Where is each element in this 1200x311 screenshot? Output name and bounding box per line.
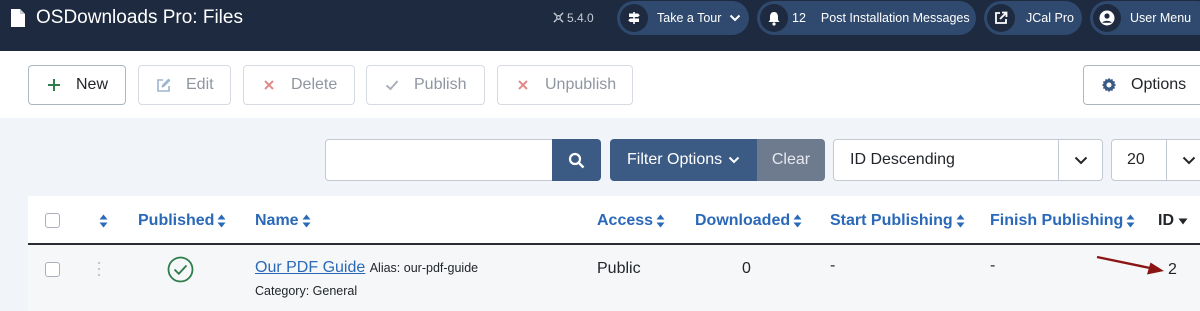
chevron-down-icon [728,156,740,164]
column-published[interactable]: Published [138,212,226,230]
ordering-value: ID Descending [850,151,955,168]
list-limit-value: 20 [1127,151,1145,168]
options-button[interactable]: Options [1083,65,1200,105]
edit-label: Edit [186,76,214,93]
sort-icon [302,214,311,228]
column-downloaded-label: Downloaded [695,212,791,229]
edit-button[interactable]: Edit [138,65,231,105]
joomla-icon [553,12,564,23]
toolbar: New Edit Delete Publish Unpublish Option… [0,51,1200,118]
column-id-label: ID [1158,212,1174,229]
column-finish-publishing-label: Finish Publishing [990,212,1124,229]
files-table: Published Name Access Downloaded Start P… [28,196,1200,311]
gear-icon [1101,77,1117,93]
post-install-label: Post Installation Messages [820,11,970,25]
delete-label: Delete [291,76,338,93]
downloaded-cell: 0 [742,260,751,277]
filter-options-label: Filter Options [627,151,723,168]
user-menu-label: User Menu [1130,11,1192,25]
sort-icon [656,214,665,228]
sort-icon [793,214,802,228]
search-icon [568,152,585,168]
publish-label: Publish [414,76,467,93]
take-tour-label: Take a Tour [657,11,722,25]
plus-icon [48,79,60,91]
column-id[interactable]: ID [1158,212,1188,230]
file-category: Category: General [255,284,358,298]
table-row: Our PDF Guide Alias: our-pdf-guide Categ… [28,245,1200,311]
file-name-cell: Our PDF Guide Alias: our-pdf-guide [255,259,478,277]
sort-icon [1126,214,1135,228]
column-finish-publishing[interactable]: Finish Publishing [990,212,1135,230]
finish-publishing-cell: - [990,257,996,274]
filter-options-button[interactable]: Filter Options [610,139,757,181]
new-button[interactable]: New [28,65,126,105]
column-access[interactable]: Access [597,212,665,230]
column-published-label: Published [138,212,215,229]
bell-icon [760,4,788,32]
user-icon [1093,4,1121,32]
file-alias: Alias: our-pdf-guide [369,261,479,275]
select-all-checkbox[interactable] [45,213,60,228]
take-tour-button[interactable]: Take a Tour [617,1,749,35]
admin-header: OSDownloads Pro: Files 5.4.0 Take a Tour… [0,0,1200,51]
column-name[interactable]: Name [255,212,311,230]
row-checkbox[interactable] [45,262,60,277]
delete-button[interactable]: Delete [243,65,355,105]
search-button[interactable] [552,139,601,181]
sort-icon [217,214,226,228]
chevron-down-icon [1058,140,1102,180]
post-installation-messages-button[interactable]: 12 Post Installation Messages [757,1,976,35]
unpublish-label: Unpublish [545,76,617,93]
options-label: Options [1131,76,1187,93]
access-cell: Public [597,260,641,277]
chevron-down-icon [730,14,741,22]
drag-handle-icon[interactable] [97,261,101,277]
times-icon [518,80,528,90]
file-icon [11,9,25,27]
signpost-icon [620,4,648,32]
column-downloaded[interactable]: Downloaded [695,212,802,230]
sort-icon [956,214,965,228]
check-icon [385,80,399,91]
sort-desc-icon [1178,218,1188,224]
external-link-icon [987,4,1015,32]
jcal-label: JCal Pro [1026,11,1074,25]
times-icon [264,80,274,90]
unpublish-button[interactable]: Unpublish [497,65,633,105]
sort-icon[interactable] [99,214,108,228]
start-publishing-cell: - [830,257,836,274]
list-limit-select[interactable]: 20 [1111,139,1200,181]
notification-count: 12 [792,11,806,25]
publish-button[interactable]: Publish [366,65,485,105]
search-input[interactable] [325,139,553,181]
file-name-link[interactable]: Our PDF Guide [255,259,365,276]
column-name-label: Name [255,212,299,229]
arrow-annotation [1096,255,1164,275]
column-start-publishing-label: Start Publishing [830,212,953,229]
ordering-select[interactable]: ID Descending [833,139,1103,181]
page-title: OSDownloads Pro: Files [36,7,243,28]
user-menu-button[interactable]: User Menu [1090,1,1200,35]
chevron-down-icon [1166,140,1200,180]
column-start-publishing[interactable]: Start Publishing [830,212,965,230]
published-check-icon[interactable] [167,256,194,283]
new-label: New [76,76,109,93]
id-cell: 2 [1168,261,1177,278]
version-label: 5.4.0 [567,11,594,25]
clear-button[interactable]: Clear [757,139,825,181]
column-access-label: Access [597,212,654,229]
table-header: Published Name Access Downloaded Start P… [28,196,1200,245]
pencil-icon [157,78,171,92]
jcal-pro-button[interactable]: JCal Pro [984,1,1082,35]
